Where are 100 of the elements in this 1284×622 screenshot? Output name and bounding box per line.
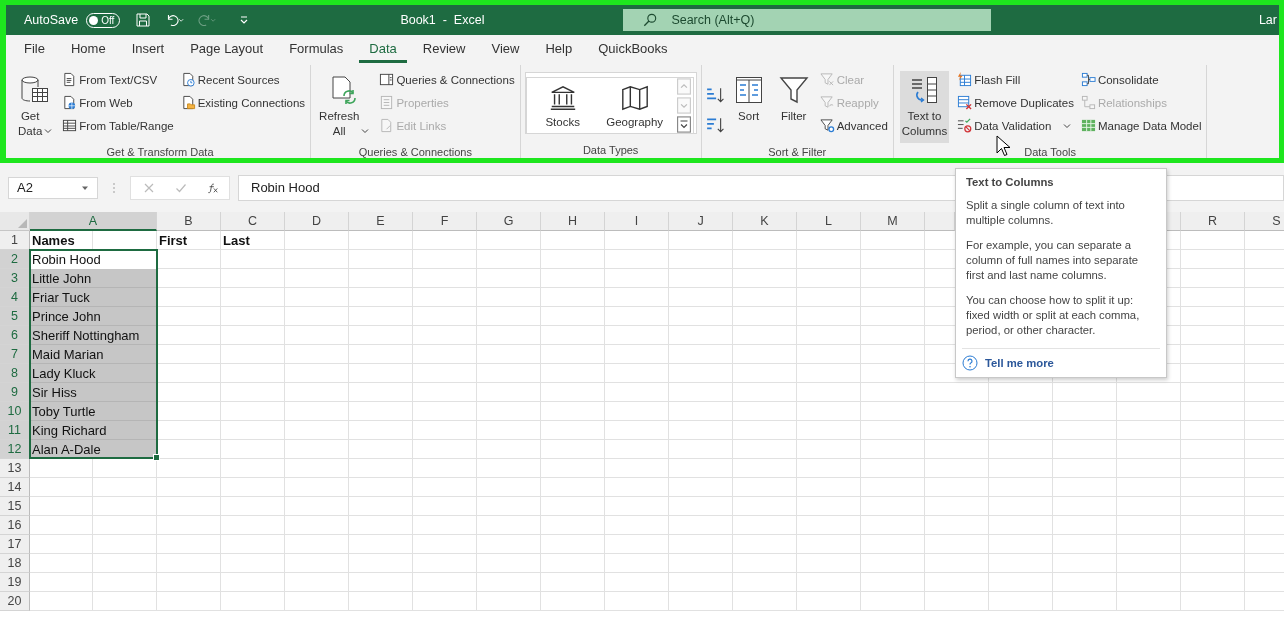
- ribbon-button[interactable]: Recent Sources: [179, 68, 307, 91]
- column-header[interactable]: E: [349, 212, 413, 231]
- help-icon: [962, 355, 978, 371]
- ribbon-button[interactable]: Refresh All: [317, 71, 372, 143]
- table-cell: Little John: [30, 269, 157, 288]
- column-header[interactable]: I: [605, 212, 669, 231]
- ribbon-tab[interactable]: Insert: [121, 37, 175, 63]
- ribbon-button[interactable]: Existing Connections: [179, 91, 307, 114]
- group-label: Data Tools: [1023, 146, 1078, 160]
- row-header[interactable]: 18: [0, 554, 30, 573]
- row-header[interactable]: 17: [0, 535, 30, 554]
- ribbon-tab[interactable]: QuickBooks: [588, 37, 678, 63]
- column-header[interactable]: M: [861, 212, 925, 231]
- row-header[interactable]: 15: [0, 497, 30, 516]
- ribbon-button[interactable]: Consolidate: [1079, 68, 1203, 91]
- ribbon-button[interactable]: From Web: [61, 91, 175, 114]
- name-box[interactable]: A2: [8, 176, 98, 199]
- row-header[interactable]: 11: [0, 421, 30, 440]
- ribbon-button[interactable]: Sort: [730, 71, 767, 143]
- ribbon-button[interactable]: Get Data: [16, 71, 55, 143]
- row-header[interactable]: 4: [0, 288, 30, 307]
- tell-me-more-link[interactable]: Tell me more: [985, 355, 1054, 371]
- fill-handle[interactable]: [153, 454, 160, 461]
- column-header[interactable]: J: [669, 212, 733, 231]
- row-header[interactable]: 7: [0, 345, 30, 364]
- row-header[interactable]: 6: [0, 326, 30, 345]
- ribbon-button[interactable]: Flash Fill: [956, 68, 1075, 91]
- ribbon-button[interactable]: Filter: [775, 71, 812, 143]
- ribbon-button[interactable]: Data Validation: [956, 114, 1075, 137]
- document-folder-icon: [180, 95, 196, 110]
- column-header[interactable]: R: [1181, 212, 1245, 231]
- table-cell: Sheriff Nottingham: [30, 326, 157, 345]
- document-globe-icon: [62, 95, 78, 110]
- save-icon[interactable]: [134, 12, 153, 28]
- row-header[interactable]: 5: [0, 307, 30, 326]
- ribbon-button[interactable]: Text to Columns: [899, 71, 950, 143]
- check-icon[interactable]: [175, 181, 187, 194]
- data-model-icon: [1080, 118, 1096, 133]
- table-cell: Prince John: [30, 307, 157, 326]
- user-name[interactable]: Lar: [1258, 13, 1277, 27]
- properties-icon: [379, 95, 395, 110]
- ribbon-tab[interactable]: Help: [535, 37, 583, 63]
- funnel-cross-icon: [819, 72, 835, 87]
- row-header[interactable]: 9: [0, 383, 30, 402]
- group-label: Get & Transform Data: [105, 146, 215, 160]
- row-header[interactable]: 16: [0, 516, 30, 535]
- undo-icon[interactable]: [166, 12, 185, 28]
- ribbon-tab[interactable]: Formulas: [279, 37, 354, 63]
- ribbon-tab[interactable]: Page Layout: [180, 37, 274, 63]
- column-header[interactable]: G: [477, 212, 541, 231]
- ribbon-button[interactable]: Manage Data Model: [1079, 114, 1203, 137]
- table-cell-text: Names: [31, 232, 76, 250]
- column-header[interactable]: F: [413, 212, 477, 231]
- tooltip-title: Text to Columns: [966, 175, 1055, 190]
- table-cell: Lady Kluck: [30, 364, 157, 383]
- sort-ascending-icon[interactable]: [705, 86, 724, 104]
- gallery-item[interactable]: Geography: [598, 78, 671, 133]
- ribbon-tab[interactable]: Data: [359, 37, 407, 63]
- row-header[interactable]: 14: [0, 478, 30, 497]
- column-header[interactable]: D: [285, 212, 349, 231]
- ribbon-tab[interactable]: Review: [412, 37, 476, 63]
- row-header[interactable]: 8: [0, 364, 30, 383]
- row-header[interactable]: 19: [0, 573, 30, 592]
- ribbon-tab[interactable]: File: [14, 37, 55, 63]
- ribbon-button[interactable]: Remove Duplicates: [956, 91, 1075, 114]
- ribbon-button[interactable]: From Text/CSV: [61, 68, 175, 91]
- search-field[interactable]: Search (Alt+Q): [623, 9, 992, 31]
- column-header[interactable]: B: [157, 212, 221, 231]
- row-header[interactable]: 2: [0, 250, 30, 269]
- sort-descending-icon[interactable]: [705, 116, 724, 134]
- ribbon-button[interactable]: Advanced: [818, 114, 889, 137]
- column-header[interactable]: L: [797, 212, 861, 231]
- gallery-item[interactable]: Stocks: [526, 78, 599, 133]
- column-header[interactable]: A: [30, 212, 157, 231]
- ribbon-button[interactable]: Queries & Connections: [378, 68, 516, 91]
- function-icon[interactable]: [207, 181, 219, 194]
- row-header[interactable]: 20: [0, 592, 30, 611]
- ribbon-tab[interactable]: View: [481, 37, 530, 63]
- ribbon-tab[interactable]: Home: [60, 37, 116, 63]
- table-cell-text: Last: [222, 232, 251, 250]
- ribbon-button[interactable]: From Table/Range: [61, 114, 175, 137]
- tooltip-text: Split a single column of text into multiple columns.: [966, 198, 1126, 228]
- column-header[interactable]: C: [221, 212, 285, 231]
- group-label: Queries & Connections: [357, 146, 473, 160]
- pointer-icon: [996, 135, 1010, 157]
- column-header[interactable]: H: [541, 212, 605, 231]
- row-header[interactable]: 12: [0, 440, 30, 459]
- validation-icon: [957, 118, 973, 133]
- funnel-arrows-icon: [819, 95, 835, 110]
- panel-icon: [379, 72, 395, 87]
- row-header[interactable]: 10: [0, 402, 30, 421]
- column-header[interactable]: K: [733, 212, 797, 231]
- row-header[interactable]: 3: [0, 269, 30, 288]
- tooltip-text: You can choose how to split it up: fixed width or split at each comma, period, or other character.: [966, 293, 1141, 338]
- column-header[interactable]: S: [1245, 212, 1284, 231]
- row-header[interactable]: 1: [0, 231, 30, 250]
- table-cell: Toby Turtle: [30, 402, 157, 421]
- relationships-icon: [1080, 95, 1096, 110]
- row-header[interactable]: 13: [0, 459, 30, 478]
- more-icon[interactable]: [676, 116, 691, 133]
